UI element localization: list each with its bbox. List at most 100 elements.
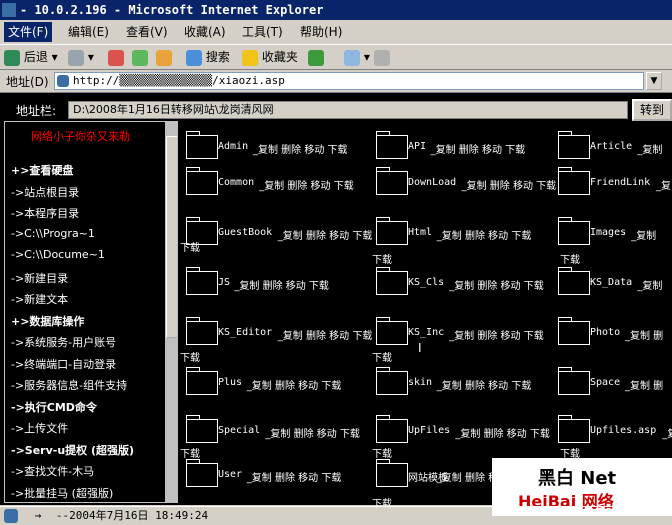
folder-actions[interactable]: _复制 删除 移动 下载 xyxy=(437,377,532,392)
download-link-wrap[interactable]: 下载 xyxy=(372,349,392,364)
sidebar-item[interactable]: ->Serv-u提权 (超强版) xyxy=(11,442,134,458)
search-button[interactable]: 搜索 xyxy=(186,48,230,66)
folder-name[interactable]: skin xyxy=(408,377,432,388)
sidebar-item[interactable]: ->站点根目录 xyxy=(11,184,79,200)
folder-name[interactable]: Images xyxy=(590,227,626,238)
folder-name[interactable]: API xyxy=(408,141,426,152)
page-address-input[interactable]: D:\2008年1月16日转移网站\龙岗清风网 xyxy=(68,101,628,119)
sidebar-item[interactable]: ->新建目录 xyxy=(11,270,68,286)
refresh-button[interactable] xyxy=(132,48,148,66)
folder-icon[interactable] xyxy=(376,167,408,195)
folder-icon[interactable] xyxy=(186,131,218,159)
folder-icon[interactable] xyxy=(186,367,218,395)
download-link-wrap[interactable]: 下载 xyxy=(180,445,200,460)
stop-button[interactable] xyxy=(108,48,124,66)
download-link-wrap[interactable]: 下载 xyxy=(372,251,392,266)
download-link-wrap[interactable]: 下载 xyxy=(560,251,580,266)
sidebar-item[interactable]: ->执行CMD命令 xyxy=(11,399,97,415)
folder-icon[interactable] xyxy=(558,217,590,245)
sidebar-scrollbar[interactable] xyxy=(165,122,177,502)
sidebar-item[interactable]: ->查找文件-木马 xyxy=(11,463,94,479)
sidebar-item[interactable]: ->新建文本 xyxy=(11,291,68,307)
sidebar-item[interactable]: ->终端端口-自动登录 xyxy=(11,356,116,372)
folder-name[interactable]: GuestBook xyxy=(218,227,272,238)
sidebar-item[interactable]: ->本程序目录 xyxy=(11,205,79,221)
folder-icon[interactable] xyxy=(376,415,408,443)
folder-actions[interactable]: _复 xyxy=(656,177,671,192)
folder-actions[interactable]: _复制 删除 移动 下载 xyxy=(247,469,342,484)
folder-actions[interactable]: _复制 xyxy=(631,227,656,242)
folder-actions[interactable]: _复制 删除 移动 下载 xyxy=(265,425,360,440)
folder-icon[interactable] xyxy=(186,459,218,487)
folder-icon[interactable] xyxy=(376,267,408,295)
folder-name[interactable]: User xyxy=(218,469,242,480)
menu-edit[interactable]: 编辑(E) xyxy=(64,22,113,42)
folder-name[interactable]: Upfiles.asp xyxy=(590,425,656,436)
folder-actions[interactable]: _复制 xyxy=(637,141,662,156)
scrollbar-thumb[interactable] xyxy=(166,136,177,338)
folder-icon[interactable] xyxy=(558,131,590,159)
folder-name[interactable]: Special xyxy=(218,425,260,436)
sidebar-item[interactable]: ->上传文件 xyxy=(11,420,68,436)
folder-actions[interactable]: _复制 删除 移动 下载 xyxy=(278,227,373,242)
sidebar-item[interactable]: ->C:\\Progra~1 xyxy=(11,227,95,240)
home-button[interactable] xyxy=(156,48,172,66)
folder-actions[interactable]: _复制 删除 移动 下载 xyxy=(278,327,373,342)
folder-actions[interactable]: _复制 xyxy=(662,425,672,440)
folder-name[interactable]: Admin xyxy=(218,141,248,152)
sidebar-item[interactable]: ->C:\\Docume~1 xyxy=(11,248,105,261)
folder-icon[interactable] xyxy=(376,131,408,159)
folder-name[interactable]: Photo xyxy=(590,327,620,338)
folder-name[interactable]: DownLoad xyxy=(408,177,456,188)
folder-name[interactable]: Space xyxy=(590,377,620,388)
folder-icon[interactable] xyxy=(186,317,218,345)
folder-icon[interactable] xyxy=(376,459,408,487)
sidebar-item[interactable]: +>查看硬盘 xyxy=(11,162,73,178)
folder-name[interactable]: UpFiles xyxy=(408,425,450,436)
folder-actions[interactable]: _复制 删除 移动 下载 xyxy=(449,277,544,292)
folder-icon[interactable] xyxy=(558,367,590,395)
folder-icon[interactable] xyxy=(376,317,408,345)
folder-actions[interactable]: _复制 删除 移动 下载 xyxy=(259,177,354,192)
folder-icon[interactable] xyxy=(186,167,218,195)
folder-actions[interactable]: _复制 删除 移动 下载 xyxy=(431,141,526,156)
menu-help[interactable]: 帮助(H) xyxy=(296,22,346,42)
folder-name[interactable]: JS xyxy=(218,277,230,288)
back-button[interactable]: 后退 ▾ xyxy=(4,48,58,66)
folder-actions[interactable]: _复制 删 xyxy=(625,377,663,392)
folder-name[interactable]: KS_Data xyxy=(590,277,632,288)
folder-actions[interactable]: _复制 删除 移动 下载 xyxy=(247,377,342,392)
address-input[interactable]: http://▒▒▒▒▒▒▒▒▒▒▒▒▒▒/xiaozi.asp xyxy=(54,72,644,90)
folder-icon[interactable] xyxy=(558,167,590,195)
print-button[interactable] xyxy=(374,48,390,66)
folder-actions[interactable]: _复制 删 xyxy=(625,327,663,342)
folder-icon[interactable] xyxy=(558,317,590,345)
folder-name[interactable]: Plus xyxy=(218,377,242,388)
menu-view[interactable]: 查看(V) xyxy=(122,22,172,42)
folder-actions[interactable]: _复制 删除 移动 下载 xyxy=(437,227,532,242)
folder-icon[interactable] xyxy=(186,415,218,443)
go-button[interactable]: 转到 xyxy=(632,99,672,121)
mail-button[interactable]: ▾ xyxy=(344,48,370,66)
forward-button[interactable]: ▾ xyxy=(68,48,94,66)
folder-name[interactable]: Article xyxy=(590,141,632,152)
folder-actions[interactable]: _复制 xyxy=(637,277,662,292)
folder-actions[interactable]: _复制 删除 移动 下载 xyxy=(455,425,550,440)
folder-name[interactable]: Html xyxy=(408,227,432,238)
folder-name[interactable]: FriendLink xyxy=(590,177,650,188)
address-dropdown-icon[interactable]: ▼ xyxy=(646,72,662,90)
download-link-wrap[interactable]: 下载 xyxy=(180,239,200,254)
folder-actions[interactable]: _复制 删除 移动 下载 xyxy=(462,177,557,192)
download-link-wrap[interactable]: 下载 xyxy=(372,445,392,460)
favorites-button[interactable]: 收藏夹 xyxy=(242,48,298,66)
sidebar-item[interactable]: ->系统服务-用户账号 xyxy=(11,334,116,350)
folder-name[interactable]: KS_Cls xyxy=(408,277,444,288)
folder-icon[interactable] xyxy=(186,267,218,295)
menu-file[interactable]: 文件(F) xyxy=(4,22,53,42)
folder-icon[interactable] xyxy=(558,267,590,295)
download-link-wrap[interactable]: 下载 xyxy=(180,349,200,364)
menu-tools[interactable]: 工具(T) xyxy=(238,22,287,42)
sidebar-item[interactable]: ->服务器信息-组件支持 xyxy=(11,377,127,393)
folder-icon[interactable] xyxy=(376,367,408,395)
sidebar-item[interactable]: ->批量挂马 (超强版) xyxy=(11,485,113,501)
